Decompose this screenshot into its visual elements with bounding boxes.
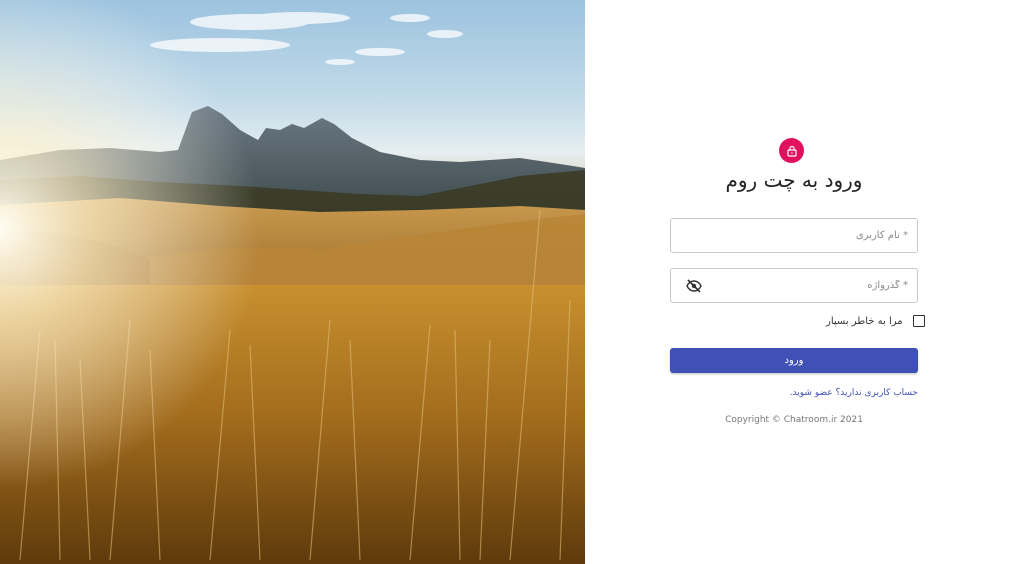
page-title: ورود به چت روم [725, 168, 863, 192]
remember-label: مرا به خاطر بسپار [826, 315, 903, 327]
username-field[interactable] [670, 218, 918, 253]
username-input[interactable] [671, 219, 917, 252]
lock-badge [779, 138, 804, 163]
login-page: ورود به چت روم مرا به خاطر بسپار ورود حس… [0, 0, 1019, 564]
remember-me[interactable]: مرا به خاطر بسپار [826, 314, 925, 328]
password-input[interactable] [671, 269, 917, 302]
remember-checkbox[interactable] [912, 315, 925, 327]
copyright-text: Copyright © Chatroom.ir 2021 [725, 415, 863, 425]
lock-icon [786, 145, 797, 157]
login-button[interactable]: ورود [670, 348, 918, 373]
signup-link[interactable]: حساب کاربری ندارید؟ عضو شوید. [670, 388, 918, 402]
eye-off-icon[interactable] [686, 279, 702, 293]
hero-landscape-image [0, 0, 585, 564]
password-field[interactable] [670, 268, 918, 303]
landscape-illustration [0, 0, 585, 564]
